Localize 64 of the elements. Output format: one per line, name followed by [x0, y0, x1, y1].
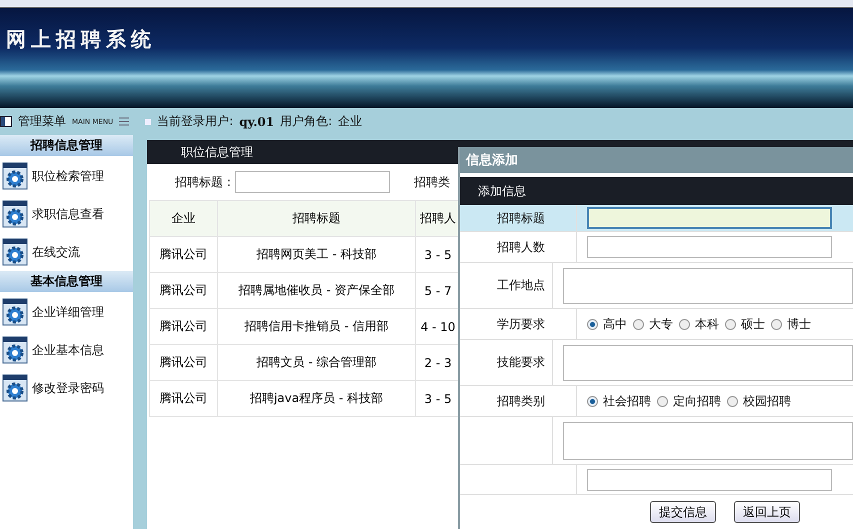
sidebar-item[interactable]: 企业详细管理 — [32, 304, 104, 320]
search-field[interactable] — [234, 171, 390, 193]
radio-label: 定向招聘 — [673, 392, 721, 410]
user-label: 当前登录用户: — [157, 113, 234, 130]
table-cell: 腾讯公司 — [150, 344, 218, 380]
dialog-button[interactable]: 返回上页 — [734, 501, 800, 523]
table-cell: 腾讯公司 — [150, 380, 218, 416]
sidebar-group-header: 基本信息管理 — [0, 271, 133, 293]
input-field[interactable] — [587, 468, 832, 490]
field-label: 技能要求 — [497, 354, 545, 371]
table-cell: 招聘java程序员 - 科技部 — [218, 380, 416, 416]
bullet-icon — [145, 118, 152, 124]
radio-label: 博士 — [787, 316, 811, 332]
table-cell: 招聘网页美工 - 科技部 — [218, 236, 416, 272]
role-label: 用户角色: — [280, 113, 332, 130]
role-value: 企业 — [338, 113, 362, 130]
field-label: 招聘类别 — [497, 392, 545, 410]
column-header: 企业 — [150, 200, 218, 236]
table-cell: 腾讯公司 — [150, 236, 218, 272]
sidebar-item[interactable]: 修改登录密码 — [32, 380, 104, 396]
table-cell: 招聘信用卡推销员 - 信用部 — [218, 308, 416, 344]
radio-button[interactable] — [727, 396, 738, 406]
menu-label: 管理菜单 — [18, 113, 66, 130]
user-name: qy.01 — [239, 114, 274, 128]
table-cell: 腾讯公司 — [150, 272, 218, 308]
text-area[interactable] — [563, 422, 853, 460]
radio-label: 校园招聘 — [743, 392, 791, 410]
list-icon — [119, 117, 130, 126]
dialog-button[interactable]: 提交信息 — [650, 501, 716, 523]
app-title: 网上招聘系统 — [6, 26, 156, 53]
field-label: 招聘人数 — [497, 238, 545, 256]
text-area[interactable] — [563, 268, 853, 304]
sidebar-group-header: 招聘信息管理 — [0, 135, 133, 157]
sidebar-item[interactable]: 求职信息查看 — [32, 206, 104, 222]
field-label: 学历要求 — [497, 316, 545, 332]
input-field[interactable] — [587, 236, 832, 258]
sidebar-item[interactable]: 在线交流 — [32, 244, 80, 260]
radio-label: 本科 — [695, 316, 719, 332]
radio-button[interactable] — [679, 318, 690, 330]
radio-label: 大专 — [649, 316, 673, 332]
radio-label: 社会招聘 — [603, 392, 651, 410]
field-label: 招聘标题 — [497, 210, 545, 226]
column-header: 招聘标题 — [218, 200, 416, 236]
radio-button[interactable] — [771, 318, 782, 330]
sidebar-item[interactable]: 职位检索管理 — [32, 168, 104, 184]
table-cell: 招聘属地催收员 - 资产保全部 — [218, 272, 416, 308]
column-header: 招聘人 — [416, 200, 460, 236]
radio-label: 高中 — [603, 316, 627, 332]
search-label: 招聘标题 : — [175, 174, 231, 190]
input-field[interactable] — [587, 207, 832, 229]
dialog-title: 信息添加 — [460, 147, 853, 173]
radio-button[interactable] — [587, 318, 598, 330]
radio-button[interactable] — [633, 318, 644, 330]
radio-button[interactable] — [657, 396, 668, 406]
table-cell: 招聘文员 - 综合管理部 — [218, 344, 416, 380]
table-cell: 腾讯公司 — [150, 308, 218, 344]
menu-icon — [0, 116, 12, 127]
sidebar-item[interactable]: 企业基本信息 — [32, 342, 104, 358]
radio-button[interactable] — [587, 396, 598, 406]
search-label: 招聘类 — [414, 174, 450, 190]
radio-button[interactable] — [725, 318, 736, 330]
text-area[interactable] — [563, 344, 853, 380]
field-label: 工作地点 — [497, 277, 545, 294]
radio-label: 硕士 — [741, 316, 765, 332]
